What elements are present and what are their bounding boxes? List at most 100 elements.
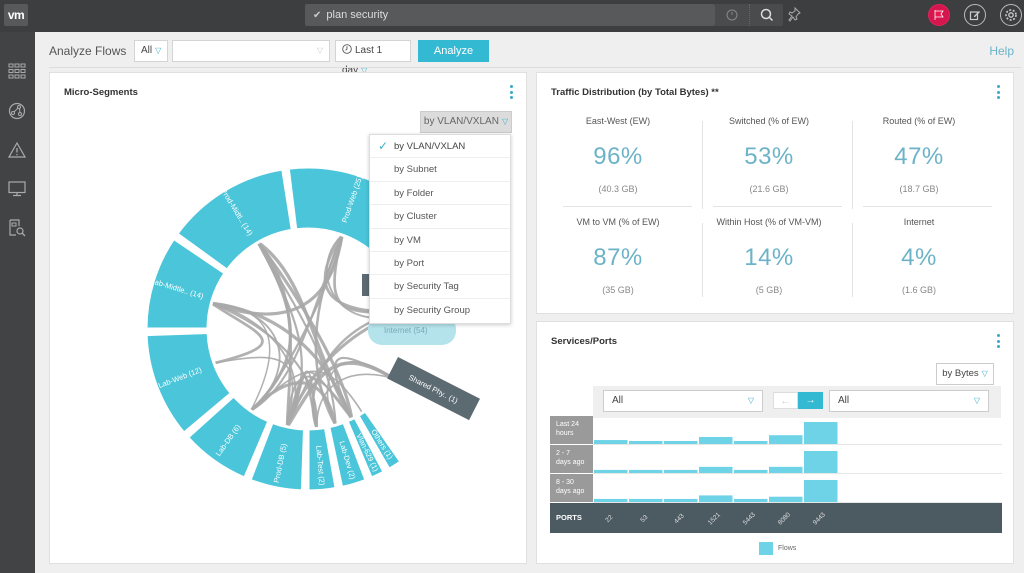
metric-value: by Bytes bbox=[942, 368, 979, 379]
menu-item-folder[interactable]: by Folder bbox=[370, 182, 510, 206]
menu-item-port[interactable]: by Port bbox=[370, 252, 510, 276]
sidebar-item-plan-security[interactable] bbox=[6, 100, 28, 122]
port-bar[interactable] bbox=[699, 436, 733, 444]
chevron-down-icon: ▽ bbox=[316, 46, 323, 55]
port-bar[interactable] bbox=[629, 441, 663, 444]
port-bar[interactable] bbox=[594, 440, 628, 444]
port-bar[interactable] bbox=[804, 451, 838, 473]
metric-select[interactable]: by Bytes ▽ bbox=[936, 363, 994, 385]
port-bar[interactable] bbox=[629, 498, 663, 502]
stat-internet[interactable]: Internet 4% (1.6 GB) bbox=[844, 217, 994, 295]
port-bar[interactable] bbox=[594, 498, 628, 502]
stat-label: Switched (% of EW) bbox=[728, 116, 810, 126]
chevron-down-icon: ▽ bbox=[501, 117, 509, 126]
ports-bar-chart: Last 24 hours 2 - 7 days ago 8 - 30 days ago P… bbox=[550, 416, 1002, 533]
chart-row: Last 24 hours bbox=[550, 416, 1002, 445]
traffic-distribution-panel: Traffic Distribution (by Total Bytes) **… bbox=[536, 72, 1014, 314]
row-label: 8 - 30 bbox=[556, 479, 574, 486]
stat-value: 4% bbox=[901, 244, 937, 271]
port-bar[interactable] bbox=[804, 422, 838, 444]
port-bar[interactable] bbox=[769, 466, 803, 473]
arrow-left-icon[interactable]: ← bbox=[773, 392, 798, 409]
micro-segments-panel: Prod-Web (25) Prod-Midtl.. (14) Lab-Midtle… bbox=[49, 72, 527, 564]
stat-sub: (1.6 GB) bbox=[901, 285, 936, 295]
more-options-icon[interactable] bbox=[510, 85, 514, 99]
stat-value: 47% bbox=[894, 143, 944, 170]
divider bbox=[563, 206, 692, 207]
port-bar[interactable] bbox=[664, 469, 698, 473]
port-bar[interactable] bbox=[664, 498, 698, 502]
arrow-right-icon[interactable]: → bbox=[798, 392, 823, 409]
search-input[interactable]: ✔ plan security bbox=[305, 4, 715, 26]
pin-icon[interactable] bbox=[786, 6, 802, 24]
menu-item-vm[interactable]: by VM bbox=[370, 229, 510, 252]
network-icon bbox=[8, 102, 26, 120]
menu-item-label: by Folder bbox=[394, 187, 434, 199]
stat-within-host[interactable]: Within Host (% of VM-VM) 14% (5 GB) bbox=[694, 217, 844, 295]
flag-icon[interactable] bbox=[928, 4, 950, 26]
legend-swatch bbox=[759, 542, 773, 555]
sidebar-item-alerts[interactable] bbox=[6, 139, 28, 161]
stat-value: 87% bbox=[593, 244, 643, 271]
port-bar[interactable] bbox=[734, 469, 768, 473]
time-range-select[interactable]: Last 1 day ▽ bbox=[335, 40, 411, 76]
port-bar[interactable] bbox=[699, 495, 733, 502]
port-bar[interactable] bbox=[629, 469, 663, 473]
search-icon[interactable] bbox=[749, 4, 783, 26]
more-options-icon[interactable] bbox=[997, 85, 1001, 99]
port-bar[interactable] bbox=[664, 441, 698, 444]
help-link[interactable]: Help bbox=[989, 44, 1014, 58]
port-bar[interactable] bbox=[734, 441, 768, 444]
analyze-flows-toolbar: Analyze Flows All ▽ ▽ Last 1 day ▽ Analyze… bbox=[35, 32, 1024, 76]
entity-select[interactable]: ▽ bbox=[172, 40, 330, 62]
stat-label: Internet bbox=[903, 217, 935, 227]
stat-switched[interactable]: Switched (% of EW) 53% (21.6 GB) bbox=[694, 116, 844, 194]
stat-vm-to-vm[interactable]: VM to VM (% of EW) 87% (35 GB) bbox=[543, 217, 693, 295]
grid-icon bbox=[8, 63, 26, 79]
menu-item-security-tag[interactable]: by Security Tag bbox=[370, 275, 510, 299]
scope-select[interactable]: All ▽ bbox=[134, 40, 168, 62]
divider bbox=[49, 67, 1021, 68]
port-bar[interactable] bbox=[769, 435, 803, 444]
sidebar-item-infrastructure[interactable] bbox=[6, 178, 28, 200]
port-bar[interactable] bbox=[734, 498, 768, 502]
stat-label: Within Host (% of VM-VM) bbox=[716, 217, 822, 227]
source-filter-select[interactable]: All ▽ bbox=[603, 390, 763, 412]
services-ports-panel: Services/Ports by Bytes ▽ All ▽ ← → All ▽ L… bbox=[536, 321, 1014, 564]
stat-sub: (5 GB) bbox=[755, 285, 783, 295]
search-query: plan security bbox=[326, 9, 389, 21]
stat-east-west[interactable]: East-West (EW) 96% (40.3 GB) bbox=[543, 116, 693, 194]
sidebar-item-search-analysis[interactable] bbox=[6, 217, 28, 239]
segment-shared-physical[interactable]: Shared Phy.. (1) bbox=[387, 357, 480, 421]
divider bbox=[702, 121, 703, 209]
row-label: days ago bbox=[556, 488, 585, 495]
sidebar-item-dashboard[interactable] bbox=[6, 60, 28, 82]
port-bar[interactable] bbox=[804, 480, 838, 502]
divider bbox=[713, 206, 842, 207]
destination-filter-select[interactable]: All ▽ bbox=[829, 390, 989, 412]
port-bar[interactable] bbox=[769, 496, 803, 502]
menu-item-label: by VM bbox=[394, 234, 421, 246]
menu-item-vlan-vxlan[interactable]: ✓ by VLAN/VXLAN bbox=[370, 135, 510, 159]
stat-routed[interactable]: Routed (% of EW) 47% (18.7 GB) bbox=[844, 116, 994, 194]
clock-icon[interactable] bbox=[715, 4, 749, 26]
group-by-select[interactable]: by VLAN/VXLAN ▽ bbox=[420, 111, 512, 133]
stat-value: 14% bbox=[744, 244, 794, 271]
menu-item-cluster[interactable]: by Cluster bbox=[370, 205, 510, 229]
stat-value: 96% bbox=[593, 143, 643, 170]
chevron-down-icon: ▽ bbox=[747, 396, 754, 405]
menu-item-subnet[interactable]: by Subnet bbox=[370, 158, 510, 182]
analyze-button[interactable]: Analyze bbox=[418, 40, 489, 62]
port-bar[interactable] bbox=[594, 469, 628, 473]
more-options-icon[interactable] bbox=[997, 334, 1001, 348]
vmware-logo[interactable]: vm bbox=[4, 4, 28, 26]
edit-icon[interactable] bbox=[964, 4, 986, 26]
menu-item-label: by Security Tag bbox=[394, 281, 459, 293]
stat-label: East-West (EW) bbox=[585, 116, 651, 126]
menu-item-security-group[interactable]: by Security Group bbox=[370, 299, 510, 322]
gear-icon[interactable] bbox=[1000, 4, 1022, 26]
group-by-value: by VLAN/VXLAN bbox=[423, 116, 499, 127]
port-bar[interactable] bbox=[699, 466, 733, 473]
chart-row: 8 - 30 days ago bbox=[550, 474, 1002, 503]
stat-value: 53% bbox=[744, 143, 794, 170]
